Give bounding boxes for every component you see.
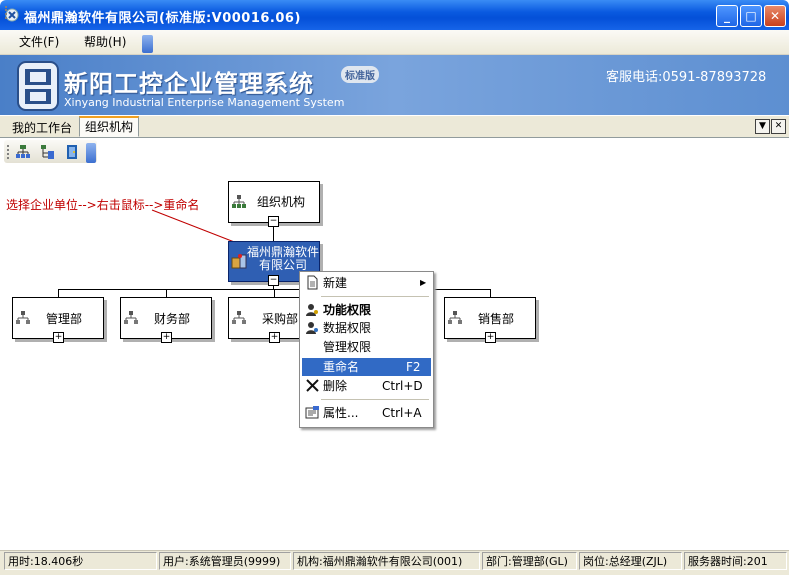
dept-tree-icon bbox=[124, 311, 138, 324]
minimize-button[interactable]: _ bbox=[716, 5, 738, 27]
menu-item-label: 新建 bbox=[323, 276, 348, 290]
connector-line bbox=[58, 289, 59, 297]
edition-badge: 标准版 bbox=[341, 66, 379, 83]
status-org: 机构:福州鼎瀚软件有限公司(001) bbox=[293, 552, 480, 570]
menu-item-label: 重命名 bbox=[323, 360, 360, 374]
menu-file[interactable]: 文件(F) bbox=[19, 33, 59, 51]
toolbar bbox=[0, 138, 789, 164]
tab-strip: 我的工作台 组织机构 bbox=[0, 116, 789, 138]
menu-item-shortcut: Ctrl+A bbox=[382, 406, 422, 420]
dept-tree-icon bbox=[232, 311, 246, 324]
dept-label: 财务部 bbox=[154, 312, 191, 326]
dept-expand-toggle[interactable]: + bbox=[53, 332, 64, 343]
menu-item-shortcut: Ctrl+D bbox=[382, 379, 423, 393]
toolbar-overflow-chevron-icon[interactable] bbox=[86, 143, 96, 163]
connector-line bbox=[166, 289, 167, 297]
org-chart-icon[interactable] bbox=[15, 144, 31, 160]
connector-line bbox=[274, 289, 275, 297]
banner-title: 新阳工控企业管理系统 bbox=[64, 70, 314, 98]
menu-separator bbox=[321, 399, 429, 400]
company-collapse-toggle[interactable]: − bbox=[268, 275, 279, 286]
properties-icon bbox=[305, 406, 319, 419]
new-document-icon bbox=[307, 275, 318, 290]
tab-list-dropdown-icon[interactable]: ▼ bbox=[755, 119, 770, 134]
dept-label: 采购部 bbox=[262, 312, 299, 326]
status-elapsed: 用时:18.406秒 bbox=[4, 552, 157, 570]
close-button[interactable]: ✕ bbox=[764, 5, 786, 27]
menu-item-properties[interactable]: 属性... Ctrl+A bbox=[302, 404, 431, 422]
tree-view-icon[interactable] bbox=[40, 144, 56, 160]
dept-tree-icon bbox=[448, 311, 462, 324]
dept-expand-toggle[interactable]: + bbox=[269, 332, 280, 343]
service-hotline: 客服电话:0591-87893728 bbox=[606, 70, 767, 85]
app-banner: 新阳工控企业管理系统 标准版 Xinyang Industrial Enterp… bbox=[0, 55, 789, 115]
org-root-label: 组织机构 bbox=[257, 195, 306, 209]
menu-item-manage-permission[interactable]: 管理权限 bbox=[302, 338, 431, 356]
tab-organization[interactable]: 组织机构 bbox=[79, 116, 140, 137]
connector-line bbox=[490, 289, 491, 297]
menu-overflow-chevron-icon[interactable] bbox=[142, 35, 153, 53]
banner-subtitle: Xinyang Industrial Enterprise Management… bbox=[64, 96, 345, 109]
menu-item-function-permission[interactable]: 功能权限 bbox=[302, 301, 431, 319]
user-key-icon bbox=[306, 304, 318, 316]
menu-help[interactable]: 帮助(H) bbox=[84, 33, 126, 51]
dept-tree-icon bbox=[16, 311, 30, 324]
status-server-time: 服务器时间:201 bbox=[684, 552, 787, 570]
menu-item-rename[interactable]: 重命名 F2 bbox=[302, 358, 431, 376]
tab-my-workspace[interactable]: 我的工作台 bbox=[6, 118, 78, 138]
dept-expand-toggle[interactable]: + bbox=[485, 332, 496, 343]
submenu-arrow-icon: ▶ bbox=[420, 278, 427, 287]
menu-item-label: 功能权限 bbox=[323, 303, 372, 317]
menu-item-label: 删除 bbox=[323, 379, 348, 393]
menu-item-label: 管理权限 bbox=[323, 340, 372, 354]
menu-grip-handle[interactable] bbox=[5, 6, 10, 19]
menu-item-label: 属性... bbox=[323, 406, 359, 420]
delete-x-icon bbox=[306, 379, 319, 392]
exit-door-icon[interactable] bbox=[64, 144, 80, 160]
user-key-icon bbox=[306, 322, 318, 334]
menu-item-shortcut: F2 bbox=[406, 360, 421, 374]
toolbar-grip-handle[interactable] bbox=[7, 145, 12, 159]
maximize-button[interactable]: □ bbox=[740, 5, 762, 27]
status-user: 用户:系统管理员(9999) bbox=[159, 552, 291, 570]
dept-label: 管理部 bbox=[46, 312, 83, 326]
org-root-collapse-toggle[interactable]: − bbox=[268, 216, 279, 227]
status-post: 岗位:总经理(ZJL) bbox=[579, 552, 682, 570]
dept-label: 销售部 bbox=[478, 312, 515, 326]
dept-expand-toggle[interactable]: + bbox=[161, 332, 172, 343]
building-icon bbox=[231, 254, 247, 269]
window-title: 福州鼎瀚软件有限公司(标准版:V00016.06) bbox=[24, 11, 301, 26]
menu-item-data-permission[interactable]: 数据权限 bbox=[302, 319, 431, 337]
xinyang-logo-icon bbox=[17, 61, 59, 111]
context-menu: 新建 ▶ 功能权限 数据权限 管理权限 重命名 F2 删除 Ctrl+D 属性.… bbox=[299, 271, 434, 428]
tab-close-icon[interactable]: ✕ bbox=[771, 119, 786, 134]
status-dept: 部门:管理部(GL) bbox=[482, 552, 577, 570]
menu-item-label: 数据权限 bbox=[323, 321, 372, 335]
menu-item-delete[interactable]: 删除 Ctrl+D bbox=[302, 377, 431, 395]
org-tree-icon bbox=[232, 195, 246, 208]
menu-item-new[interactable]: 新建 ▶ bbox=[302, 274, 431, 292]
menu-separator bbox=[321, 296, 429, 297]
